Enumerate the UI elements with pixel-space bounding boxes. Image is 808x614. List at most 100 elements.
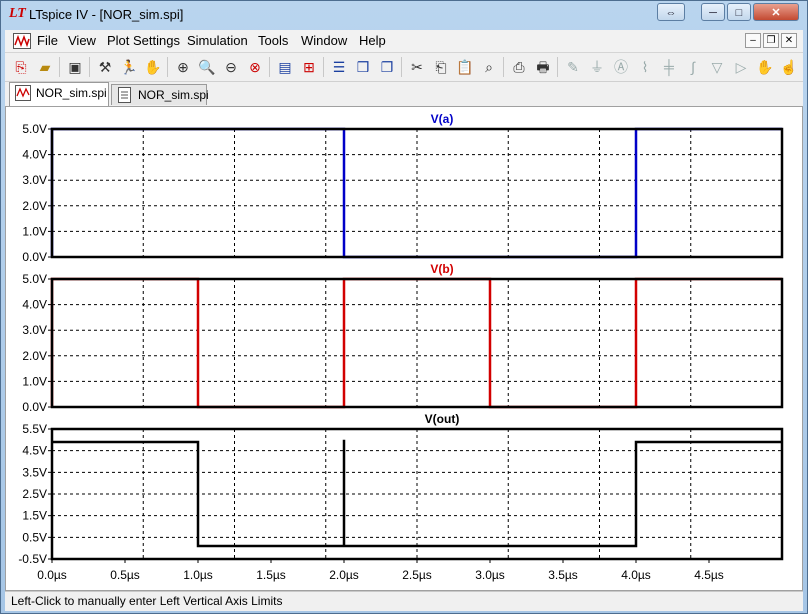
y-tick-label: 2.0V [22,199,47,213]
capacitor-icon[interactable]: ╪ [659,57,679,77]
toolbar-separator [557,57,558,77]
waveform-options-icon[interactable]: ⊞ [299,57,319,77]
zoom-in-icon[interactable]: ⊕ [173,57,193,77]
mdi-restore-button[interactable]: ❐ [763,33,779,48]
waveform-plots[interactable]: 5.0V 4.0V 3.0V 2.0V 1.0V 0.0V V(a) 5.0V 4.0V 3.0V… [6,107,802,590]
draw-wire-icon[interactable]: ✎ [563,57,583,77]
toolbar-separator [323,57,324,77]
y-tick-label: 1.0V [22,224,47,238]
y-tick-label: 2.0V [22,349,47,363]
ltspice-logo-icon: LT [9,6,26,21]
zoom-fit-icon[interactable]: ⊗ [245,57,265,77]
y-tick-label: 0.0V [22,400,47,414]
y-tick-label: 5.0V [22,122,47,136]
cascade-icon[interactable]: ❒ [353,57,373,77]
y-tick-label: 0.0V [22,250,47,264]
menu-view[interactable]: View [68,33,96,48]
x-tick-label: 4.5µs [694,568,724,582]
menu-simulation[interactable]: Simulation [187,33,248,48]
waveform-tab-icon [15,85,31,101]
plot-title: V(out) [425,412,460,426]
x-tick-label: 2.5µs [402,568,432,582]
zoom-area-icon[interactable]: 🔍 [197,57,217,77]
plot-title: V(b) [430,262,453,276]
tab-label: NOR_sim.spi [138,88,209,102]
menu-bar: File View Plot Settings Simulation Tools… [5,30,803,53]
y-tick-label: 1.0V [22,374,47,388]
document-tabs: NOR_sim.spi NOR_sim.spi [5,82,803,106]
y-tick-label: 4.5V [22,444,47,458]
status-text: Left-Click to manually enter Left Vertic… [11,594,283,608]
y-tick-label: 3.5V [22,465,47,479]
cut-icon[interactable]: ✂ [407,57,427,77]
resistor-icon[interactable]: ⌇ [635,57,655,77]
run-icon[interactable]: 🏃 [119,57,139,77]
x-tick-label: 1.0µs [183,568,213,582]
autorange-icon[interactable]: ▤ [275,57,295,77]
menu-tools[interactable]: Tools [258,33,288,48]
mdi-close-button[interactable]: ✕ [781,33,797,48]
window-title: LTspice IV - [NOR_sim.spi] [29,7,184,22]
minimize-button[interactable]: ─ [701,3,725,21]
menu-window[interactable]: Window [301,33,347,48]
control-panel-icon[interactable]: ⚒ [95,57,115,77]
toolbar-separator [167,57,168,77]
toolbar-separator [401,57,402,77]
menu-plot-settings[interactable]: Plot Settings [107,33,180,48]
tab-label: NOR_sim.spi [36,86,107,100]
ground-icon[interactable]: ⏚ [587,57,607,77]
maximize-button[interactable]: □ [727,3,751,21]
waveform-menu-icon[interactable] [13,33,31,49]
x-tick-label: 0.5µs [110,568,140,582]
x-tick-label: 4.0µs [621,568,651,582]
component-icon[interactable]: ▷ [731,57,751,77]
print-preview-icon[interactable]: ⎙ [509,57,529,77]
tab-netlist[interactable]: NOR_sim.spi [111,84,209,105]
x-tick-label: 0.0µs [37,568,67,582]
label-net-icon[interactable]: Ⓐ [611,57,631,77]
tile-vertical-icon[interactable]: ❐ [377,57,397,77]
paste-icon[interactable]: 📋 [455,57,475,77]
y-tick-label: 4.0V [22,148,47,162]
x-tick-label: 3.5µs [548,568,578,582]
print-icon[interactable]: 🖶 [533,57,553,77]
netlist-tab-icon [118,87,131,103]
tile-horizontal-icon[interactable]: ☰ [329,57,349,77]
tab-waveform[interactable]: NOR_sim.spi [9,82,109,106]
drag-icon[interactable]: ☝ [779,57,799,77]
diode-icon[interactable]: ▽ [707,57,727,77]
y-tick-label: 4.0V [22,298,47,312]
open-folder-icon[interactable]: ▰ [35,57,55,77]
close-button[interactable]: ✕ [753,3,799,21]
y-tick-label: 5.0V [22,272,47,286]
inductor-icon[interactable]: ∫ [683,57,703,77]
y-tick-label: -0.5V [18,552,47,566]
y-tick-label: 3.0V [22,173,47,187]
x-tick-label: 2.0µs [329,568,359,582]
menu-file[interactable]: File [37,33,58,48]
toolbar: ⎘ ▰ ▣ ⚒ 🏃 ✋ ⊕ 🔍 ⊖ ⊗ ▤ ⊞ ☰ ❒ ❐ ✂ ⎗ 📋 ⌕ ⎙ … [5,53,803,82]
plot-title: V(a) [431,112,454,126]
waveform-viewer[interactable]: 5.0V 4.0V 3.0V 2.0V 1.0V 0.0V V(a) 5.0V 4.0V 3.0V… [5,106,803,591]
open-schematic-icon[interactable]: ⎘ [11,57,31,77]
zoom-out-icon[interactable]: ⊖ [221,57,241,77]
pan-hand-icon[interactable]: ✋ [143,57,163,77]
mdi-minimize-button[interactable]: – [745,33,761,48]
copy-icon[interactable]: ⎗ [431,57,451,77]
y-tick-label: 3.0V [22,323,47,337]
y-tick-label: 2.5V [22,487,47,501]
save-icon[interactable]: ▣ [65,57,85,77]
y-tick-label: 5.5V [22,422,47,436]
restore-arrows-button[interactable]: ⇔ [657,3,685,21]
x-tick-label: 1.5µs [256,568,286,582]
move-icon[interactable]: ✋ [755,57,775,77]
app-window: LT LTspice IV - [NOR_sim.spi] ⇔ ─ □ ✕ Fi… [0,0,808,614]
title-bar[interactable]: LT LTspice IV - [NOR_sim.spi] ⇔ ─ □ ✕ [1,1,807,27]
toolbar-separator [503,57,504,77]
find-icon[interactable]: ⌕ [479,57,499,77]
toolbar-separator [269,57,270,77]
toolbar-separator [59,57,60,77]
y-tick-label: 1.5V [22,509,47,523]
menu-help[interactable]: Help [359,33,386,48]
toolbar-separator [89,57,90,77]
